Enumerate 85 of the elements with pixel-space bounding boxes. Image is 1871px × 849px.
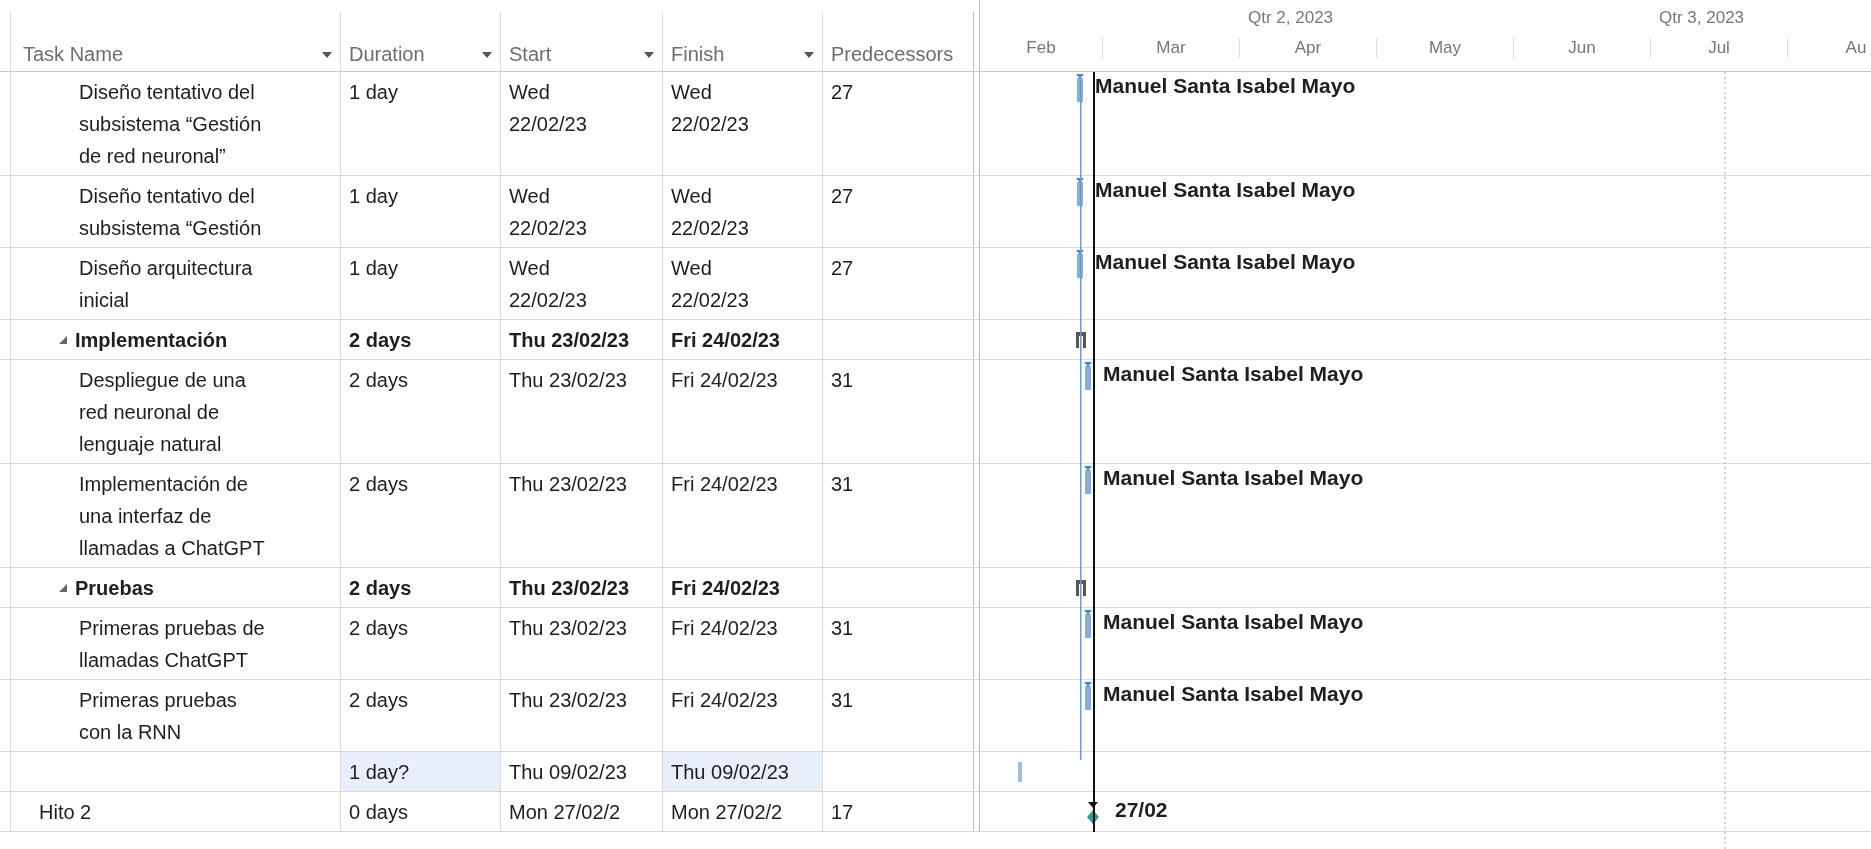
task-name: Diseño tentativo del subsistema “Gestión de red neuronal” — [79, 80, 263, 169]
dropdown-arrow-icon[interactable] — [322, 51, 332, 58]
column-header[interactable]: Finish — [671, 43, 725, 66]
predecessor-id: 27 — [831, 81, 854, 103]
start-date: Thu 23/02/23 — [509, 368, 628, 393]
start-date: Thu 23/02/23 — [509, 616, 628, 641]
finish-date: Fri 24/02/23 — [671, 472, 779, 497]
duration-value: 2 days — [349, 617, 408, 639]
task-bar[interactable] — [1083, 682, 1093, 712]
column-header[interactable]: Start — [509, 43, 552, 66]
task-name: Despliegue de una red neuronal de lenguaje natural — [79, 368, 247, 457]
month-label: Jul — [1651, 38, 1788, 58]
finish-date: Wed 22/02/23 — [671, 256, 750, 313]
task-name: Diseño arquitectura inicial — [79, 256, 254, 313]
quarter-label: Qtr 3, 2023 — [1659, 8, 1745, 28]
start-date: Thu 23/02/23 — [509, 328, 631, 353]
predecessor-id: 31 — [831, 473, 854, 495]
duration-value: 2 days — [349, 473, 408, 495]
finish-date: Fri 24/02/23 — [671, 576, 781, 601]
start-date: Thu 23/02/23 — [509, 576, 631, 601]
task-name: Diseño tentativo del subsistema “Gestión — [79, 184, 263, 241]
duration-value: 2 days — [349, 577, 412, 599]
month-label: Apr — [1240, 38, 1377, 58]
start-date: Thu 09/02/23 — [509, 760, 628, 785]
task-name: Implementación — [75, 328, 229, 353]
column-header[interactable]: Task Name — [23, 43, 124, 66]
duration-value: 1 day — [349, 185, 398, 207]
resource-label: Manuel Santa Isabel Mayo — [1095, 250, 1356, 274]
task-bar[interactable] — [1083, 362, 1093, 392]
task-bar[interactable] — [1083, 610, 1093, 640]
duration-value: 2 days — [349, 329, 412, 351]
start-date: Thu 23/02/23 — [509, 688, 628, 713]
dropdown-arrow-icon[interactable] — [644, 51, 654, 58]
milestone-date: 27/02 — [1115, 798, 1168, 822]
column-header[interactable]: Predecessors — [831, 43, 954, 66]
task-name: Pruebas — [75, 576, 155, 601]
quarter-label: Qtr 2, 2023 — [1248, 8, 1334, 28]
duration-value: 1 day — [349, 81, 398, 103]
finish-date: Fri 24/02/23 — [671, 616, 779, 641]
task-bar[interactable] — [1083, 466, 1093, 496]
start-date: Thu 23/02/23 — [509, 472, 628, 497]
dropdown-arrow-icon[interactable] — [804, 51, 814, 58]
finish-date: Fri 24/02/23 — [671, 688, 779, 713]
month-label: Jun — [1514, 38, 1651, 58]
duration-value: 2 days — [349, 689, 408, 711]
finish-date: Thu 09/02/23 — [671, 760, 790, 785]
finish-date: Wed 22/02/23 — [671, 80, 750, 137]
collapse-triangle-icon[interactable] — [59, 584, 67, 592]
predecessor-id: 17 — [831, 801, 854, 823]
task-name: Primeras pruebas de llamadas ChatGPT — [79, 616, 266, 673]
summary-bar[interactable] — [1076, 332, 1086, 348]
finish-date: Mon 27/02/2 — [671, 800, 784, 825]
start-date: Mon 27/02/2 — [509, 800, 622, 825]
task-name: Implementación de una interfaz de llamadas a ChatGPT — [79, 472, 266, 561]
resource-label: Manuel Santa Isabel Mayo — [1103, 682, 1364, 706]
month-label: May — [1377, 38, 1514, 58]
finish-date: Fri 24/02/23 — [671, 368, 779, 393]
predecessor-id: 31 — [831, 689, 854, 711]
predecessor-id: 31 — [831, 617, 854, 639]
start-date: Wed 22/02/23 — [509, 184, 588, 241]
resource-label: Manuel Santa Isabel Mayo — [1103, 610, 1364, 634]
collapse-triangle-icon[interactable] — [59, 336, 67, 344]
finish-date: Wed 22/02/23 — [671, 184, 750, 241]
duration-value: 2 days — [349, 369, 408, 391]
resource-label: Manuel Santa Isabel Mayo — [1095, 178, 1356, 202]
predecessor-id: 27 — [831, 257, 854, 279]
month-label: Mar — [1103, 38, 1240, 58]
resource-label: Manuel Santa Isabel Mayo — [1103, 466, 1364, 490]
month-label: Au — [1788, 38, 1871, 58]
duration-value: 0 days — [349, 801, 408, 823]
resource-label: Manuel Santa Isabel Mayo — [1103, 362, 1364, 386]
resource-label: Manuel Santa Isabel Mayo — [1095, 74, 1356, 98]
predecessor-id: 27 — [831, 185, 854, 207]
summary-bar[interactable] — [1076, 580, 1086, 596]
dropdown-arrow-icon[interactable] — [482, 51, 492, 58]
start-date: Wed 22/02/23 — [509, 256, 588, 313]
column-header[interactable]: Duration — [349, 43, 425, 66]
duration-value: 1 day? — [349, 761, 410, 783]
start-date: Wed 22/02/23 — [509, 80, 588, 137]
task-name: Primeras pruebas con la RNN — [79, 688, 238, 745]
predecessor-id: 31 — [831, 369, 854, 391]
duration-value: 1 day — [349, 257, 398, 279]
task-name: Hito 2 — [39, 800, 92, 825]
finish-date: Fri 24/02/23 — [671, 328, 781, 353]
month-label: Feb — [980, 38, 1103, 58]
